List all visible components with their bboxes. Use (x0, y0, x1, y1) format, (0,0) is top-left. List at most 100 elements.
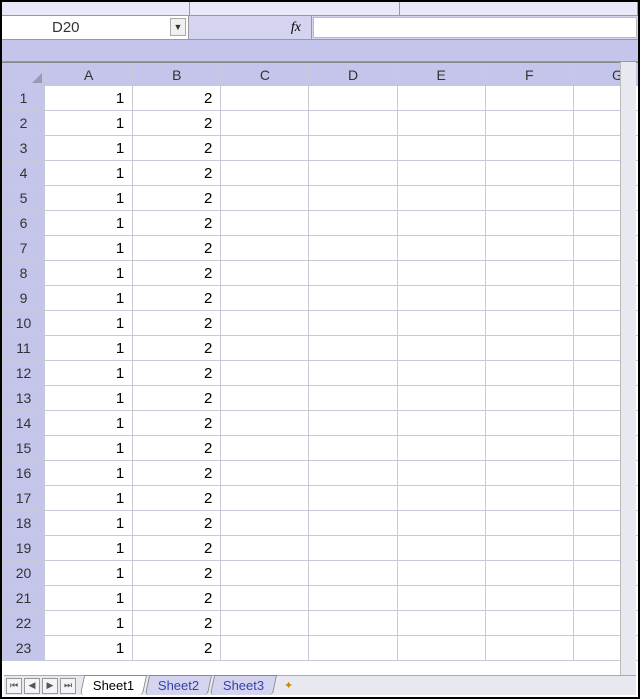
cell-C1[interactable] (221, 86, 309, 111)
spreadsheet-grid[interactable]: ABCDEFG 11221231241251261271281291210121… (2, 62, 638, 676)
cell-E9[interactable] (397, 286, 485, 311)
cell-A5[interactable]: 1 (45, 186, 133, 211)
cell-B11[interactable]: 2 (133, 336, 221, 361)
cell-C14[interactable] (221, 411, 309, 436)
cell-F14[interactable] (485, 411, 573, 436)
cell-B9[interactable]: 2 (133, 286, 221, 311)
cell-B21[interactable]: 2 (133, 586, 221, 611)
cell-D1[interactable] (309, 86, 397, 111)
row-header[interactable]: 7 (3, 236, 45, 261)
row-header[interactable]: 12 (3, 361, 45, 386)
cell-C3[interactable] (221, 136, 309, 161)
cell-B17[interactable]: 2 (133, 486, 221, 511)
cell-D4[interactable] (309, 161, 397, 186)
sheet-tab-sheet2[interactable]: Sheet2 (145, 675, 212, 695)
row-header[interactable]: 1 (3, 86, 45, 111)
column-header-A[interactable]: A (45, 64, 133, 86)
formula-input[interactable] (313, 17, 637, 38)
cell-A22[interactable]: 1 (45, 611, 133, 636)
cell-D16[interactable] (309, 461, 397, 486)
cell-F11[interactable] (485, 336, 573, 361)
row-header[interactable]: 11 (3, 336, 45, 361)
cell-A2[interactable]: 1 (45, 111, 133, 136)
cell-C13[interactable] (221, 386, 309, 411)
cell-A6[interactable]: 1 (45, 211, 133, 236)
cell-B15[interactable]: 2 (133, 436, 221, 461)
cell-B19[interactable]: 2 (133, 536, 221, 561)
cell-D13[interactable] (309, 386, 397, 411)
column-header-F[interactable]: F (485, 64, 573, 86)
cell-E19[interactable] (397, 536, 485, 561)
cell-E2[interactable] (397, 111, 485, 136)
cell-F3[interactable] (485, 136, 573, 161)
cell-E20[interactable] (397, 561, 485, 586)
cell-C17[interactable] (221, 486, 309, 511)
cell-D17[interactable] (309, 486, 397, 511)
cell-F15[interactable] (485, 436, 573, 461)
fx-icon[interactable]: fx (291, 20, 301, 36)
vertical-scrollbar[interactable] (620, 62, 636, 675)
cell-E8[interactable] (397, 261, 485, 286)
row-header[interactable]: 10 (3, 311, 45, 336)
row-header[interactable]: 22 (3, 611, 45, 636)
cell-D11[interactable] (309, 336, 397, 361)
cell-E11[interactable] (397, 336, 485, 361)
cell-E23[interactable] (397, 636, 485, 661)
cell-B20[interactable]: 2 (133, 561, 221, 586)
cell-D22[interactable] (309, 611, 397, 636)
row-header[interactable]: 2 (3, 111, 45, 136)
column-header-B[interactable]: B (133, 64, 221, 86)
cell-D14[interactable] (309, 411, 397, 436)
cell-A17[interactable]: 1 (45, 486, 133, 511)
cell-B10[interactable]: 2 (133, 311, 221, 336)
cell-A3[interactable]: 1 (45, 136, 133, 161)
cell-B14[interactable]: 2 (133, 411, 221, 436)
select-all-corner[interactable] (3, 64, 45, 86)
row-header[interactable]: 15 (3, 436, 45, 461)
cell-E15[interactable] (397, 436, 485, 461)
cell-C18[interactable] (221, 511, 309, 536)
tab-nav-next[interactable]: ▶ (42, 678, 58, 694)
cell-C9[interactable] (221, 286, 309, 311)
cell-E22[interactable] (397, 611, 485, 636)
cell-B18[interactable]: 2 (133, 511, 221, 536)
cell-D8[interactable] (309, 261, 397, 286)
cell-C19[interactable] (221, 536, 309, 561)
row-header[interactable]: 19 (3, 536, 45, 561)
cell-D5[interactable] (309, 186, 397, 211)
cell-A11[interactable]: 1 (45, 336, 133, 361)
cell-F6[interactable] (485, 211, 573, 236)
cell-F12[interactable] (485, 361, 573, 386)
cell-F9[interactable] (485, 286, 573, 311)
cell-A7[interactable]: 1 (45, 236, 133, 261)
cell-C16[interactable] (221, 461, 309, 486)
cell-D9[interactable] (309, 286, 397, 311)
cell-D3[interactable] (309, 136, 397, 161)
cell-F4[interactable] (485, 161, 573, 186)
row-header[interactable]: 20 (3, 561, 45, 586)
row-header[interactable]: 21 (3, 586, 45, 611)
cell-B1[interactable]: 2 (133, 86, 221, 111)
cell-B6[interactable]: 2 (133, 211, 221, 236)
cell-C4[interactable] (221, 161, 309, 186)
cell-E21[interactable] (397, 586, 485, 611)
cell-F23[interactable] (485, 636, 573, 661)
cell-A8[interactable]: 1 (45, 261, 133, 286)
cell-E18[interactable] (397, 511, 485, 536)
cell-A9[interactable]: 1 (45, 286, 133, 311)
cell-D18[interactable] (309, 511, 397, 536)
cell-E10[interactable] (397, 311, 485, 336)
cell-F22[interactable] (485, 611, 573, 636)
cell-E13[interactable] (397, 386, 485, 411)
cell-A16[interactable]: 1 (45, 461, 133, 486)
name-box[interactable]: D20 ▼ (2, 16, 189, 39)
cell-E14[interactable] (397, 411, 485, 436)
row-header[interactable]: 16 (3, 461, 45, 486)
cell-C12[interactable] (221, 361, 309, 386)
sheet-tab-sheet1[interactable]: Sheet1 (80, 675, 147, 695)
cell-F18[interactable] (485, 511, 573, 536)
cell-E4[interactable] (397, 161, 485, 186)
cell-B2[interactable]: 2 (133, 111, 221, 136)
cell-D6[interactable] (309, 211, 397, 236)
cell-E1[interactable] (397, 86, 485, 111)
